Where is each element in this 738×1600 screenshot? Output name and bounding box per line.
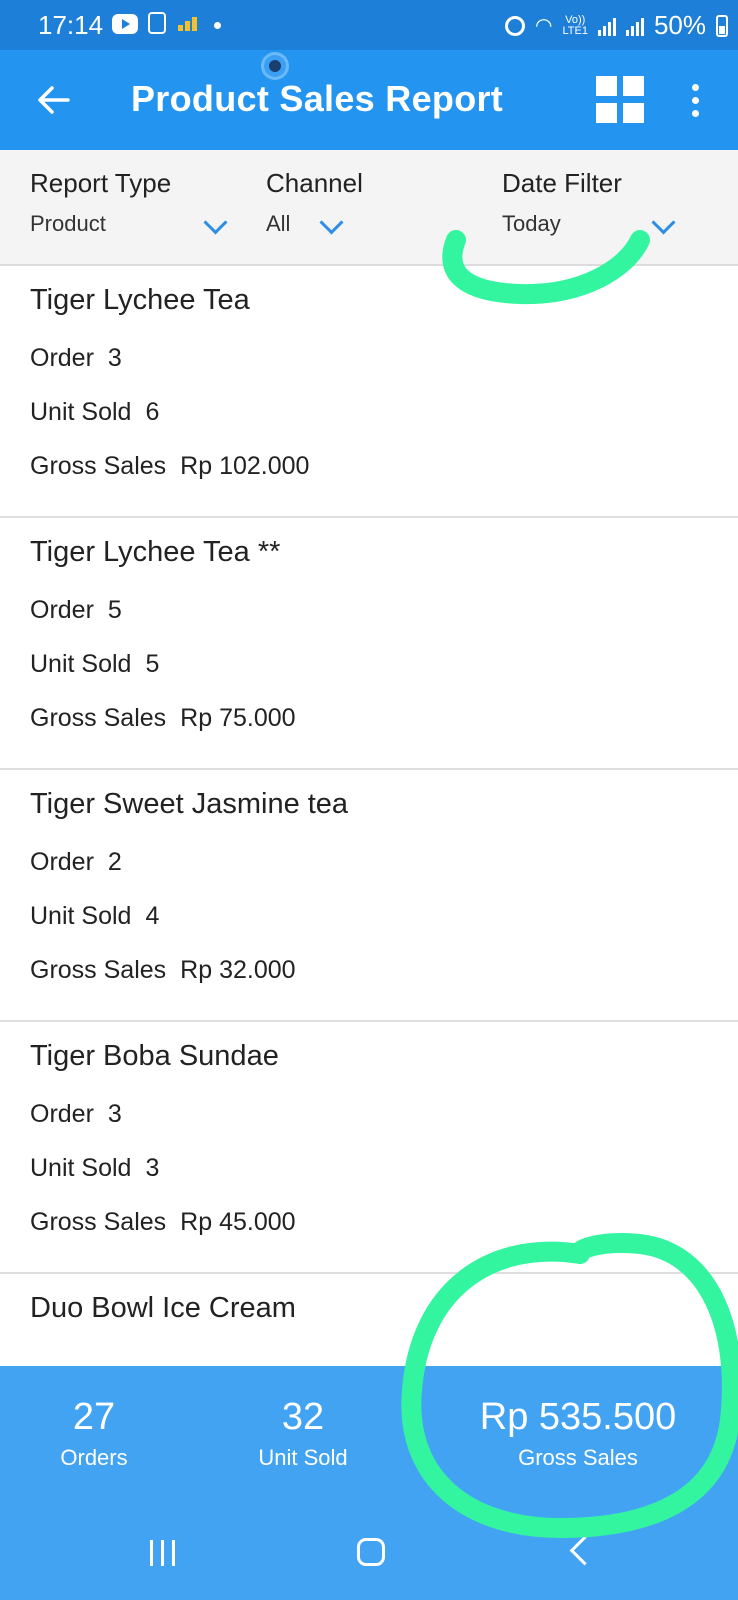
analytics-icon	[178, 17, 200, 31]
filter-bar: Report Type Product Channel All Date Fil…	[0, 150, 738, 266]
list-item[interactable]: Tiger Boba Sundae Order 3 Unit Sold 3 Gros…	[0, 1020, 738, 1274]
summary-bar: 27 Orders 32 Unit Sold Rp 535.500 Gross …	[0, 1366, 738, 1506]
camera-cutout	[261, 52, 289, 80]
recents-icon[interactable]	[150, 1540, 180, 1566]
list-item[interactable]: Duo Bowl Ice Cream	[0, 1272, 738, 1366]
system-nav-bar	[0, 1506, 738, 1600]
total-orders-value: 27	[72, 1396, 116, 1438]
product-name: Tiger Boba Sundae	[30, 1040, 279, 1072]
report-type-value: Product	[30, 211, 106, 236]
home-icon[interactable]	[357, 1538, 385, 1566]
unit-sold-row: Unit Sold 3	[30, 1154, 160, 1182]
youtube-icon	[112, 14, 138, 34]
app-bar: Product Sales Report	[0, 50, 738, 150]
page-title: Product Sales Report	[131, 78, 504, 119]
channel-value: All	[266, 211, 291, 236]
tokopedia-icon	[148, 12, 166, 34]
gross-sales-row: Gross Sales Rp 45.000	[30, 1208, 296, 1236]
list-item[interactable]: Tiger Lychee Tea ** Order 5 Unit Sold 5 Gr…	[0, 516, 738, 770]
gross-sales-row: Gross Sales Rp 102.000	[30, 452, 310, 480]
order-row: Order 3	[30, 1100, 122, 1128]
total-units-value: 32	[281, 1396, 325, 1438]
unit-sold-row: Unit Sold 4	[30, 902, 160, 930]
order-row: Order 5	[30, 596, 122, 624]
total-orders-caption: Orders	[60, 1445, 128, 1470]
signal-icon	[597, 16, 616, 36]
date-filter-value: Today	[502, 211, 561, 236]
more-options-icon[interactable]	[690, 84, 700, 118]
alarm-icon	[505, 15, 526, 36]
unit-sold-row: Unit Sold 5	[30, 650, 160, 678]
volte-indicator: Vo)) LTE1	[562, 13, 588, 37]
date-filter-label: Date Filter	[502, 168, 622, 198]
gross-sales-row: Gross Sales Rp 75.000	[30, 704, 296, 732]
list-item[interactable]: Tiger Lychee Tea Order 3 Unit Sold 6 Gross…	[0, 264, 738, 518]
report-type-filter[interactable]: Report Type Product	[30, 168, 225, 237]
total-orders: 27 Orders	[34, 1396, 154, 1471]
product-name: Tiger Lychee Tea	[30, 284, 250, 316]
gross-sales-row: Gross Sales Rp 32.000	[30, 956, 296, 984]
battery-percent: 50%	[653, 10, 706, 40]
total-gross-sales: Rp 535.500 Gross Sales	[448, 1396, 708, 1471]
back-arrow-icon[interactable]	[34, 80, 74, 120]
grid-view-icon[interactable]	[596, 76, 646, 124]
signal-2-icon	[625, 16, 644, 36]
total-units: 32 Unit Sold	[228, 1396, 378, 1471]
order-row: Order 2	[30, 848, 122, 876]
unit-sold-row: Unit Sold 6	[30, 398, 160, 426]
channel-filter[interactable]: Channel All	[266, 168, 366, 237]
report-type-label: Report Type	[30, 168, 172, 198]
total-units-caption: Unit Sold	[258, 1445, 348, 1470]
wifi-icon: ◠	[535, 15, 553, 37]
channel-label: Channel	[266, 168, 363, 198]
chevron-down-icon[interactable]	[651, 210, 676, 235]
order-row: Order 3	[30, 344, 122, 372]
product-name: Duo Bowl Ice Cream	[30, 1292, 296, 1324]
product-name: Tiger Lychee Tea **	[30, 536, 281, 568]
total-gross-sales-caption: Gross Sales	[518, 1445, 638, 1470]
battery-icon	[716, 14, 728, 37]
status-bar: 17:14 ◠ Vo)) LTE1 50%	[0, 0, 738, 50]
product-name: Tiger Sweet Jasmine tea	[30, 788, 349, 820]
notification-dot-icon	[214, 22, 221, 29]
system-back-icon[interactable]	[569, 1535, 600, 1566]
total-gross-sales-value: Rp 535.500	[479, 1396, 677, 1438]
date-filter[interactable]: Date Filter Today	[502, 168, 642, 237]
status-time: 17:14	[38, 10, 104, 40]
list-item[interactable]: Tiger Sweet Jasmine tea Order 2 Unit Sold…	[0, 768, 738, 1022]
